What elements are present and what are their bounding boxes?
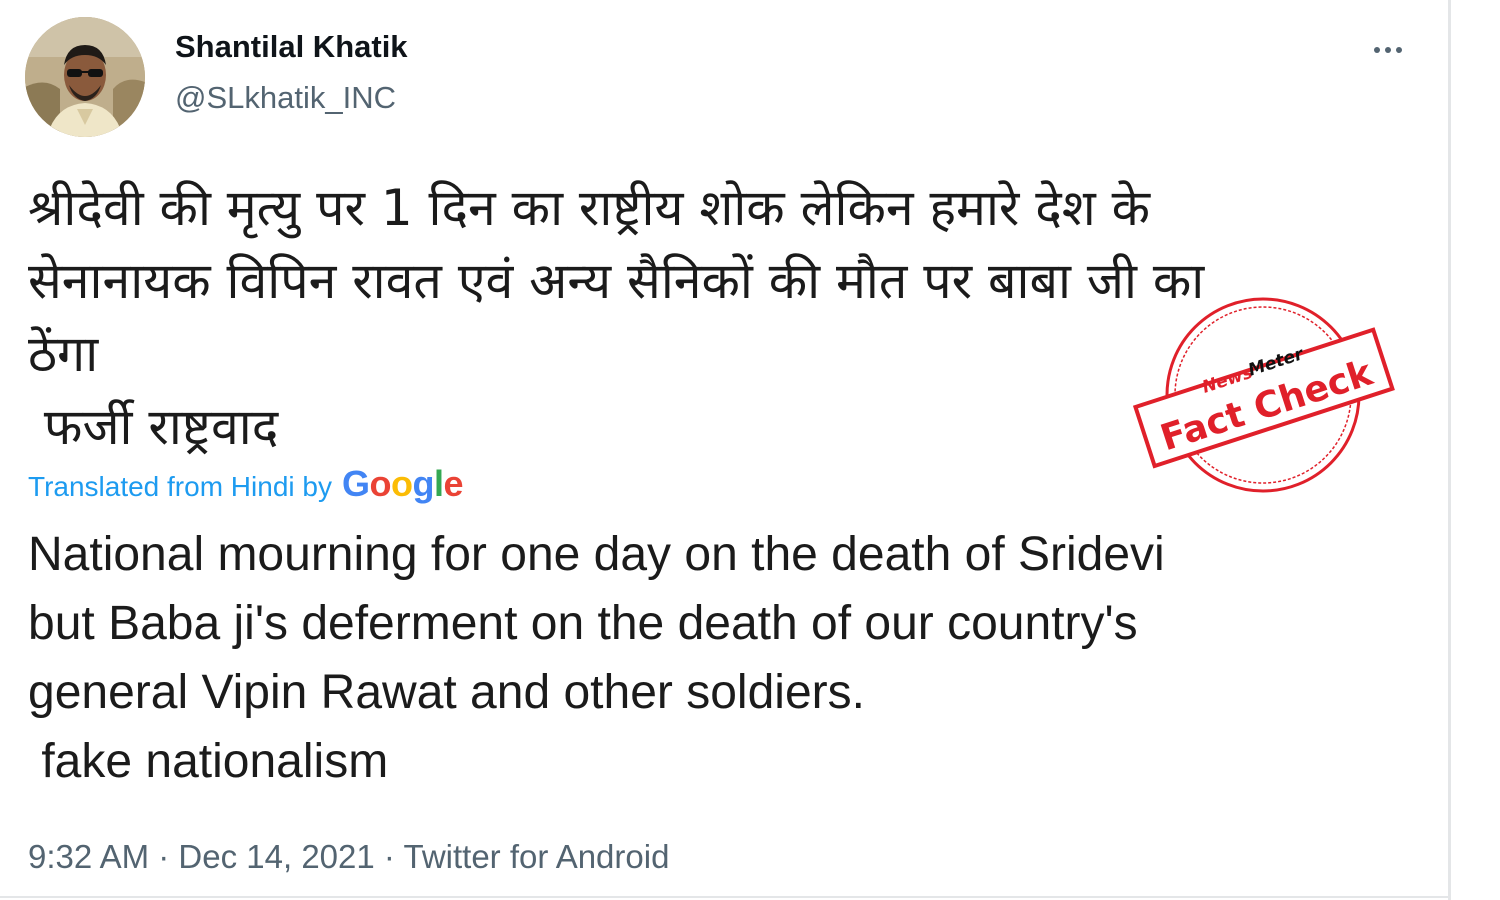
google-logo-letter: e [443, 463, 464, 504]
tweet-translated-line: National mourning for one day on the dea… [28, 528, 1165, 581]
google-logo: Google [341, 463, 464, 505]
window-border-right [1448, 0, 1451, 900]
tweet-date[interactable]: Dec 14, 2021 [178, 838, 374, 875]
tweet-translated-line: fake nationalism [28, 735, 389, 788]
google-logo-letter: l [433, 463, 444, 504]
more-dot-icon [1374, 47, 1380, 53]
google-logo-letter: G [341, 463, 370, 504]
tweet-original-line: श्रीदेवी की मृत्यु पर 1 दिन का राष्ट्रीय… [28, 179, 1151, 237]
window-border-bottom [0, 896, 1451, 898]
translated-from-link[interactable]: Translated from Hindi by [28, 471, 332, 503]
tweet-translated-text: National mourning for one day on the dea… [28, 520, 1428, 796]
author-handle[interactable]: @SLkhatik_INC [175, 80, 396, 116]
author-name[interactable]: Shantilal Khatik [175, 29, 408, 65]
tweet-metadata: 9:32 AM · Dec 14, 2021 · Twitter for And… [28, 838, 669, 876]
meta-separator: · [383, 838, 395, 875]
avatar[interactable] [25, 17, 145, 137]
tweet-time[interactable]: 9:32 AM [28, 838, 149, 875]
more-dot-icon [1385, 47, 1391, 53]
tweet-source[interactable]: Twitter for Android [403, 838, 669, 875]
meta-separator: · [158, 838, 170, 875]
google-logo-letter: o [390, 463, 413, 504]
more-dot-icon [1396, 47, 1402, 53]
tweet-translated-line: but Baba ji's deferment on the death of … [28, 597, 1138, 650]
google-logo-letter: g [412, 463, 434, 504]
fact-check-stamp: News Meter Fact Check [1130, 295, 1395, 495]
tweet-translated-line: general Vipin Rawat and other soldiers. [28, 666, 865, 719]
google-logo-letter: o [369, 463, 391, 504]
translation-attribution: Translated from Hindi by Google [28, 463, 464, 505]
more-options-button[interactable] [1362, 34, 1414, 66]
